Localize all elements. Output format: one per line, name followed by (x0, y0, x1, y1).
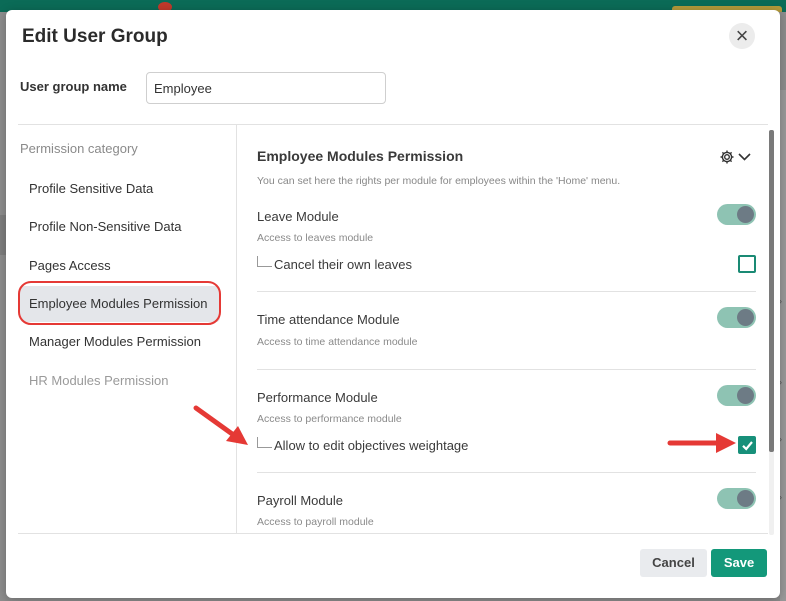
cancel-own-leaves-checkbox[interactable] (738, 255, 756, 273)
checkmark-icon (742, 441, 753, 451)
edit-objectives-weightage-label: Allow to edit objectives weightage (274, 438, 469, 453)
edit-objectives-weightage-option: Allow to edit objectives weightage (257, 437, 468, 453)
cancel-own-leaves-option: Cancel their own leaves (257, 256, 412, 272)
permission-category-title: Permission category (20, 141, 138, 156)
edit-user-group-dialog: Edit User Group × User group name Permis… (6, 10, 780, 598)
divider-vertical (236, 125, 237, 534)
user-group-name-label: User group name (20, 79, 127, 94)
edit-objectives-weightage-checkbox[interactable] (738, 436, 756, 454)
category-profile-sensitive-data[interactable]: Profile Sensitive Data (20, 171, 220, 207)
cancel-button[interactable]: Cancel (640, 549, 707, 577)
close-icon: × (735, 23, 749, 48)
cancel-own-leaves-label: Cancel their own leaves (274, 257, 413, 272)
gear-icon (720, 150, 751, 164)
payroll-module-name: Payroll Module (257, 493, 343, 508)
time-attendance-module-name: Time attendance Module (257, 312, 400, 327)
user-group-name-input[interactable] (146, 72, 386, 104)
settings-dropdown[interactable] (719, 148, 753, 166)
panel-description: You can set here the rights per module f… (257, 175, 621, 187)
performance-module-description: Access to performance module (257, 413, 402, 425)
category-pages-access[interactable]: Pages Access (20, 248, 220, 284)
background-right-edge (780, 90, 786, 601)
divider-top (18, 124, 768, 125)
panel-title: Employee Modules Permission (257, 148, 464, 164)
time-attendance-module-toggle[interactable] (717, 307, 756, 328)
tree-branch-icon (257, 256, 272, 267)
tree-branch-icon (257, 437, 272, 448)
leave-module-toggle[interactable] (717, 204, 756, 225)
toggle-knob (737, 490, 754, 507)
category-hr-modules-permission[interactable]: HR Modules Permission (20, 363, 220, 399)
dialog-title: Edit User Group (22, 26, 168, 47)
category-employee-modules-permission[interactable]: Employee Modules Permission (20, 286, 220, 322)
performance-module-toggle[interactable] (717, 385, 756, 406)
category-profile-non-sensitive-data[interactable]: Profile Non-Sensitive Data (20, 209, 220, 245)
leave-module-name: Leave Module (257, 209, 339, 224)
category-manager-modules-permission[interactable]: Manager Modules Permission (20, 324, 220, 360)
toggle-knob (737, 309, 754, 326)
payroll-module-toggle[interactable] (717, 488, 756, 509)
module-separator (257, 472, 756, 473)
save-button[interactable]: Save (711, 549, 767, 577)
close-button[interactable]: × (729, 23, 755, 49)
payroll-module-description: Access to payroll module (257, 516, 374, 528)
divider-bottom (18, 533, 768, 534)
leave-module-description: Access to leaves module (257, 232, 374, 244)
scrollbar-thumb[interactable] (769, 130, 774, 452)
toggle-knob (737, 387, 754, 404)
module-separator (257, 291, 756, 292)
time-attendance-module-description: Access to time attendance module (257, 336, 418, 348)
chevron-down-icon (738, 153, 751, 161)
module-separator (257, 369, 756, 370)
toggle-knob (737, 206, 754, 223)
performance-module-name: Performance Module (257, 390, 378, 405)
